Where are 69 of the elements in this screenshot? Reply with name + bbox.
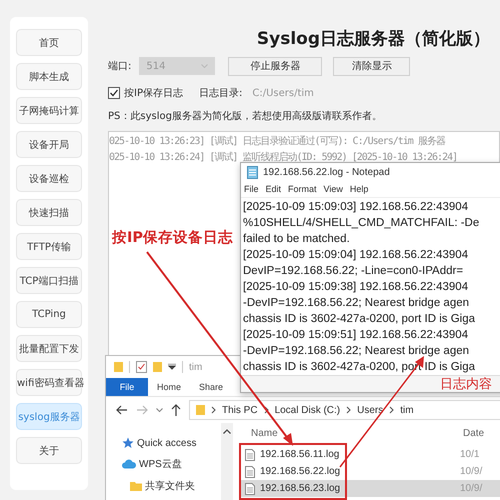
path-segment[interactable]: Users xyxy=(357,404,384,416)
date-cell-text: 10/9/ xyxy=(459,465,484,479)
log-file-entry[interactable]: 192.168.56.22.log xyxy=(241,463,345,480)
back-arrow-icon[interactable] xyxy=(116,405,128,415)
sidebar-item[interactable]: 设备开局 xyxy=(16,131,82,158)
sidebar-item[interactable]: TFTP传输 xyxy=(16,233,82,260)
document-icon xyxy=(245,448,255,460)
sidebar-item[interactable]: wifi密码查看器 xyxy=(16,369,82,396)
menu-item[interactable]: Edit xyxy=(266,184,282,194)
date-cell-text: 10/1 xyxy=(459,448,480,462)
sidebar-item[interactable]: TCP端口扫描 xyxy=(16,267,82,294)
notice-text: PS：此syslog服务器为简化版，若想使用高级版请联系作者。 xyxy=(108,110,383,123)
window-title: tim xyxy=(189,362,202,372)
notepad-icon xyxy=(247,166,258,178)
scroll-up-icon[interactable] xyxy=(223,429,231,434)
nav-pane-item[interactable]: 共享文件夹 xyxy=(122,479,221,493)
column-header[interactable]: Name xyxy=(245,428,463,438)
column-header[interactable]: Date xyxy=(463,428,484,438)
clear-display-button[interactable]: 清除显示 xyxy=(333,56,410,76)
nav-pane-item[interactable]: Quick access xyxy=(122,437,221,449)
sidebar-item[interactable]: 快速扫描 xyxy=(16,199,82,226)
menu-item[interactable]: View xyxy=(324,184,343,194)
properties-icon[interactable] xyxy=(136,361,147,373)
log-line: 025-10-10 13:26:24] [调试] 监听线程启动(ID: 5992) [2025-10-10 13:26:24] xyxy=(109,150,458,165)
sidebar-item[interactable]: 脚本生成 xyxy=(16,63,82,90)
sidebar-item[interactable]: 首页 xyxy=(16,29,82,56)
document-icon xyxy=(245,466,255,478)
star-icon xyxy=(122,437,134,449)
sidebar-item[interactable]: 子网掩码计算 xyxy=(16,97,82,124)
folder-icon xyxy=(114,361,123,373)
sidebar-item[interactable]: TCPing xyxy=(16,301,82,328)
chevron-right-icon xyxy=(211,406,216,414)
save-by-ip-checkbox[interactable]: 按IP保存日志 xyxy=(108,86,183,100)
chevron-right-icon xyxy=(389,406,394,414)
chevron-right-icon xyxy=(264,406,269,414)
chevron-right-icon xyxy=(346,406,352,414)
log-dir-label: 日志目录: xyxy=(198,86,242,100)
stop-server-button[interactable]: 停止服务器 xyxy=(228,56,322,76)
address-bar[interactable]: This PC Local Disk (C:) Users tim xyxy=(189,400,500,420)
sidebar-item[interactable]: 批量配置下发 xyxy=(16,335,82,362)
menu-item[interactable]: Format xyxy=(288,184,317,194)
path-segment[interactable]: This PC xyxy=(222,404,258,416)
log-line: 025-10-10 13:26:23] [调试] 日志目录验证通过(可写): C:/Users/tim 服务器 xyxy=(109,134,446,149)
folder-icon xyxy=(130,480,142,492)
annotation-text: 按IP保存设备日志 xyxy=(112,228,234,247)
annotation-text: 日志内容 xyxy=(440,376,492,393)
cloud-icon xyxy=(122,459,136,469)
sidebar-item[interactable]: 关于 xyxy=(16,437,82,464)
menu-item[interactable]: Help xyxy=(350,184,368,194)
checkmark-icon xyxy=(109,88,119,98)
nav-pane-item[interactable]: WPS云盘 xyxy=(122,457,221,471)
document-icon xyxy=(245,482,255,494)
log-dir-value: C:/Users/tim xyxy=(252,88,314,98)
window-title: 192.168.56.22.log - Notepad xyxy=(263,166,390,178)
chevron-down-icon[interactable] xyxy=(156,408,163,412)
port-label: 端口: xyxy=(108,60,132,73)
folder-icon xyxy=(196,404,205,416)
page-title: Syslog日志服务器（简化版） xyxy=(256,28,490,50)
ribbon-tab[interactable]: File xyxy=(106,378,148,396)
menu-item[interactable]: File xyxy=(244,184,259,194)
sidebar-item[interactable]: 设备巡检 xyxy=(16,165,82,192)
log-file-entry[interactable]: 192.168.56.23.log xyxy=(241,480,345,497)
up-arrow-icon[interactable] xyxy=(171,404,181,416)
chevron-down-icon xyxy=(201,64,208,68)
log-file-entry[interactable]: 192.168.56.11.log xyxy=(241,446,345,463)
path-segment[interactable]: Local Disk (C:) xyxy=(274,404,340,416)
path-segment[interactable]: tim xyxy=(400,404,414,416)
dropdown-icon[interactable] xyxy=(168,364,176,370)
date-cell: 10/9/ xyxy=(347,480,500,497)
